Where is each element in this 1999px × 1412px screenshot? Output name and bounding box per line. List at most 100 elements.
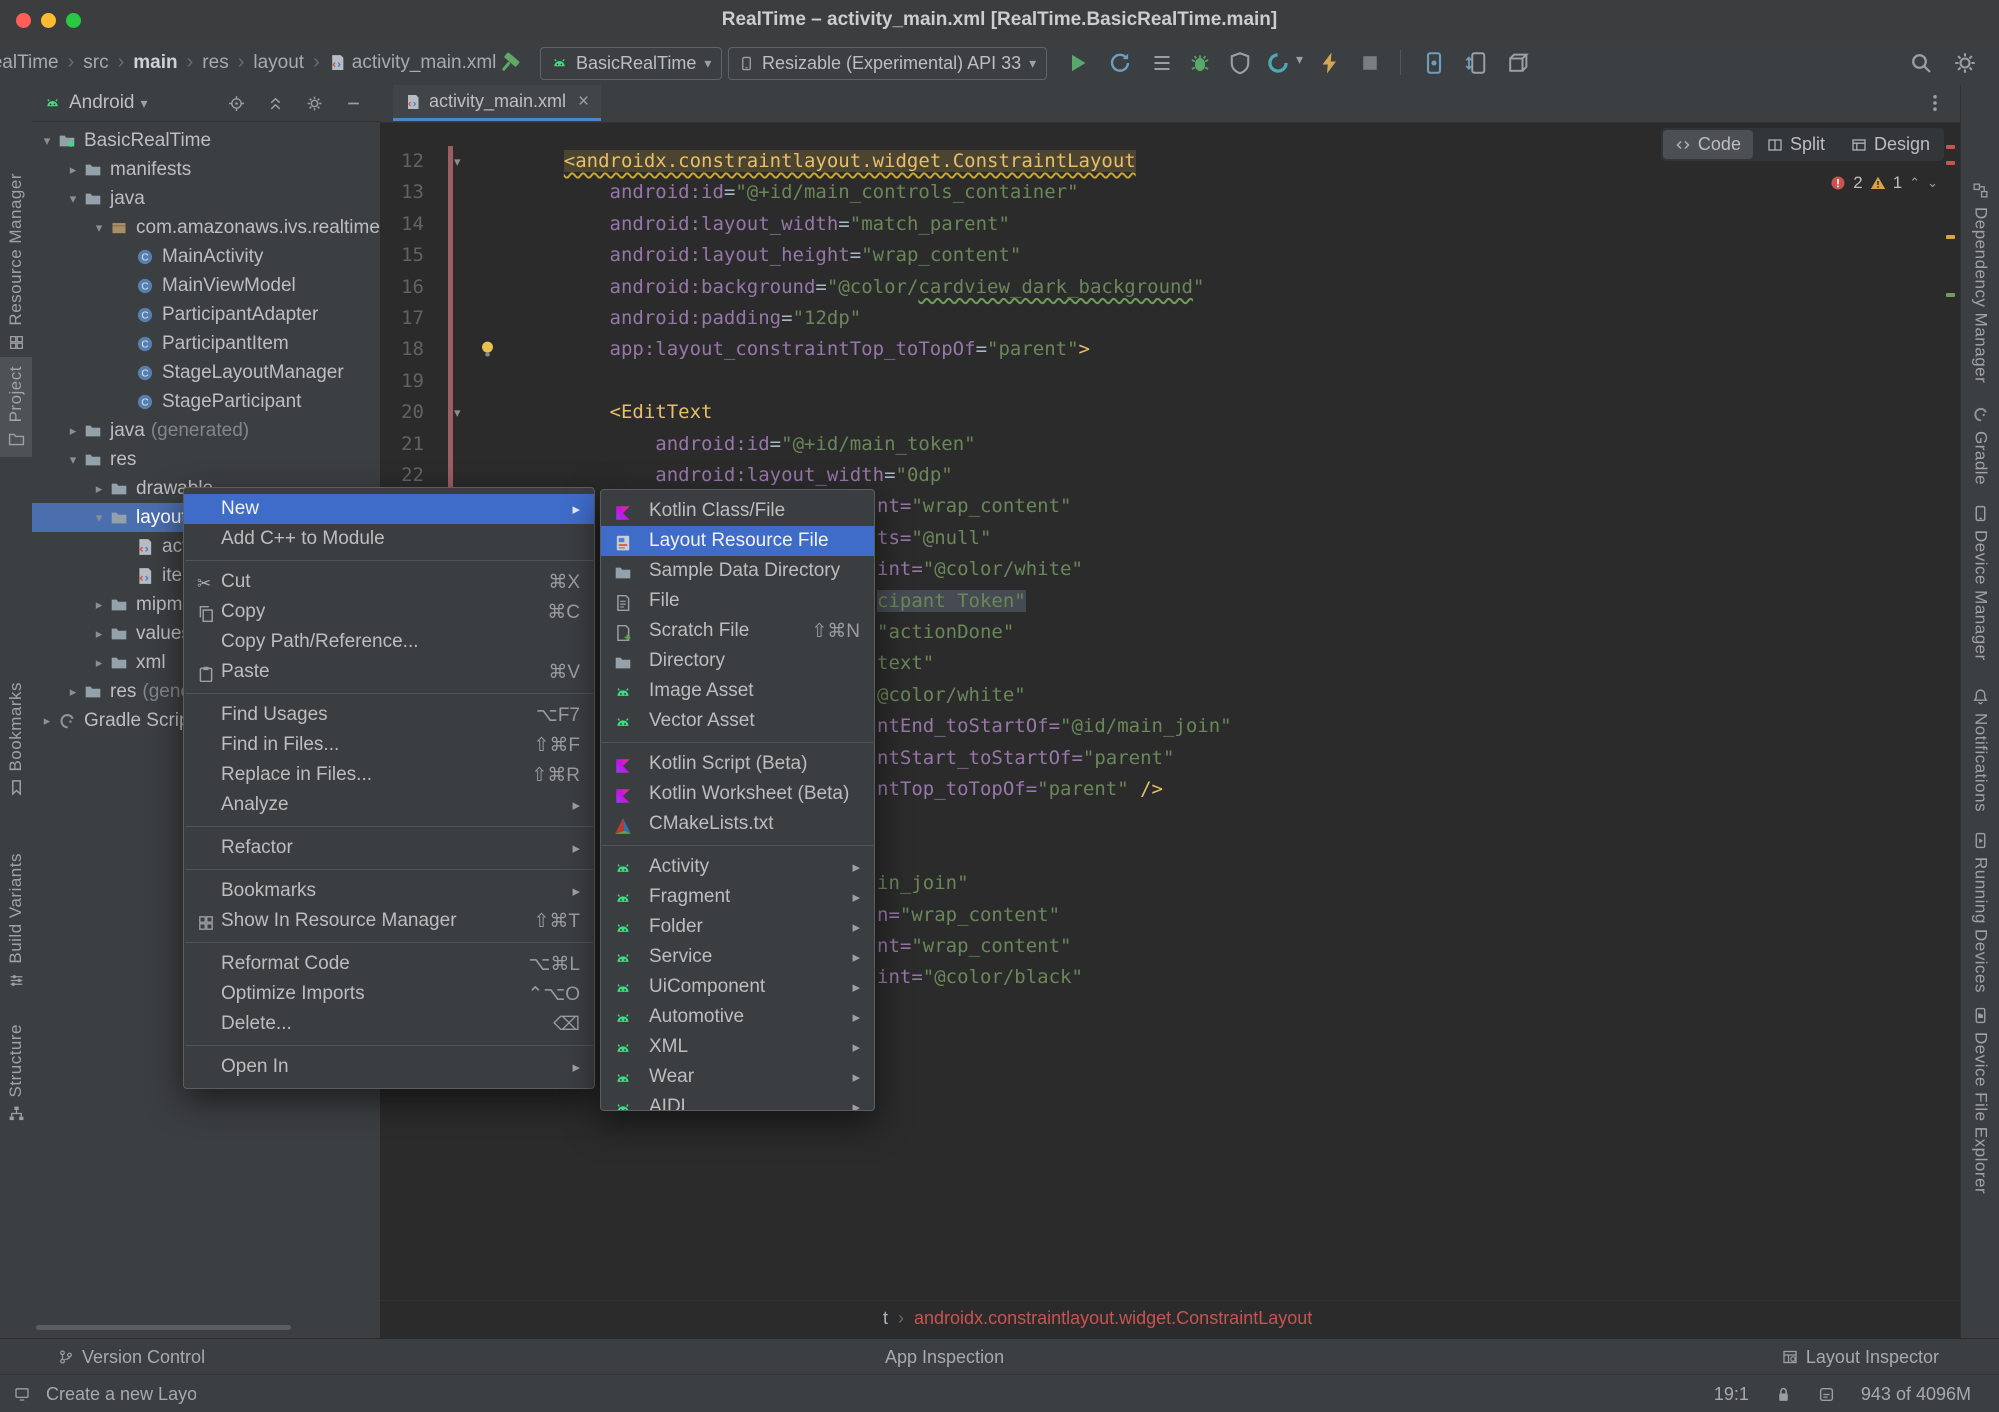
menu-item-fragment[interactable]: Fragment ▸ xyxy=(601,882,874,912)
breadcrumb-item-realtime[interactable]: RealTime xyxy=(0,52,59,74)
stripe-button-bookmarks[interactable]: Bookmarks xyxy=(0,682,32,796)
code-line-37[interactable]: nt="wrap_content" xyxy=(877,931,1071,962)
tree-item-participantitem[interactable]: C ParticipantItem xyxy=(32,329,380,358)
tree-chevron-icon[interactable]: ▸ xyxy=(62,423,84,439)
tree-item-basicrealtime[interactable]: ▾ BasicRealTime xyxy=(32,126,380,155)
tree-item-java[interactable]: ▾ java xyxy=(32,184,380,213)
code-line-12[interactable]: <androidx.constraintlayout.widget.Constr… xyxy=(518,146,1136,177)
menu-item-paste[interactable]: Paste ⌘V xyxy=(184,657,594,687)
stripe-button-device-file-explorer[interactable]: Device File Explorer xyxy=(1961,1003,1999,1198)
menu-item-uicomponent[interactable]: UiComponent ▸ xyxy=(601,972,874,1002)
menu-item-image-asset[interactable]: Image Asset xyxy=(601,676,874,706)
code-line-30[interactable]: ntEnd_toStartOf="@id/main_join" xyxy=(877,711,1232,742)
code-line-32[interactable]: ntTop_toTopOf="parent" /> xyxy=(877,774,1163,805)
tree-chevron-icon[interactable]: ▾ xyxy=(88,220,110,236)
menu-item-sample-data-directory[interactable]: Sample Data Directory xyxy=(601,556,874,586)
memory-indicator[interactable]: 943 of 4096M xyxy=(1861,1384,1971,1405)
menu-item-folder[interactable]: Folder ▸ xyxy=(601,912,874,942)
panel-settings-button[interactable] xyxy=(306,95,323,112)
menu-item-find-usages[interactable]: Find Usages ⌥F7 xyxy=(184,700,594,730)
code-line-38[interactable]: int="@color/black" xyxy=(877,962,1083,993)
stop-button[interactable] xyxy=(1358,51,1382,75)
stripe-button-running-devices[interactable]: Running Devices xyxy=(1961,832,1999,993)
tree-chevron-icon[interactable]: ▸ xyxy=(62,162,84,178)
build-hammer-button[interactable] xyxy=(497,51,521,75)
code-line-36[interactable]: n="wrap_content" xyxy=(877,900,1060,931)
menu-item-bookmarks[interactable]: Bookmarks ▸ xyxy=(184,876,594,906)
apply-changes-button[interactable] xyxy=(1108,51,1132,75)
project-view-select[interactable]: Android xyxy=(69,92,135,114)
lock-icon[interactable] xyxy=(1775,1386,1792,1403)
line-number-17[interactable]: 17 xyxy=(380,303,424,334)
line-number-18[interactable]: 18 xyxy=(380,334,424,365)
menu-item-delete[interactable]: Delete... ⌫ xyxy=(184,1009,594,1039)
menu-item-cut[interactable]: ✂ Cut ⌘X xyxy=(184,567,594,597)
error-stripe-mark[interactable] xyxy=(1946,161,1955,165)
sync-project-button[interactable] xyxy=(1464,51,1488,75)
line-number-20[interactable]: 20 xyxy=(380,397,424,428)
tool-window-quick-access-icon[interactable] xyxy=(14,1386,30,1402)
tool-window-version-control[interactable]: Version Control xyxy=(58,1339,205,1375)
code-line-16[interactable]: android:background="@color/cardview_dark… xyxy=(518,272,1205,303)
profile-bolt-button[interactable] xyxy=(1318,51,1342,75)
menu-item-automotive[interactable]: Automotive ▸ xyxy=(601,1002,874,1032)
menu-item-copy-path-reference[interactable]: Copy Path/Reference... xyxy=(184,627,594,657)
tree-item-mainviewmodel[interactable]: C MainViewModel xyxy=(32,271,380,300)
tree-chevron-icon[interactable]: ▾ xyxy=(36,133,58,149)
code-line-28[interactable]: text" xyxy=(877,648,934,679)
stripe-button-structure[interactable]: Structure xyxy=(0,1021,32,1125)
tree-chevron-icon[interactable]: ▾ xyxy=(88,510,110,526)
select-opened-file-button[interactable] xyxy=(228,95,245,112)
tree-chevron-icon[interactable]: ▸ xyxy=(36,713,58,729)
run-button[interactable] xyxy=(1066,51,1090,75)
attach-debugger-button[interactable] xyxy=(1228,51,1252,75)
layout-inspector-toolbar-button[interactable] xyxy=(1506,51,1530,75)
tree-item-stagelayoutmanager[interactable]: C StageLayoutManager xyxy=(32,358,380,387)
code-line-27[interactable]: "actionDone" xyxy=(877,617,1014,648)
code-line-15[interactable]: android:layout_height="wrap_content" xyxy=(518,240,1022,271)
menu-item-refactor[interactable]: Refactor ▸ xyxy=(184,833,594,863)
menu-item-copy[interactable]: Copy ⌘C xyxy=(184,597,594,627)
menu-item-show-in-resource-manager[interactable]: Show In Resource Manager ⇧⌘T xyxy=(184,906,594,936)
quickfix-bulb-icon[interactable] xyxy=(478,339,497,358)
breadcrumb-item-res[interactable]: res xyxy=(202,52,228,74)
tree-chevron-icon[interactable]: ▸ xyxy=(88,481,110,497)
stripe-button-gradle[interactable]: Gradle xyxy=(1961,403,1999,489)
menu-item-kotlin-script-beta[interactable]: Kotlin Script (Beta) xyxy=(601,749,874,779)
horizontal-scrollbar-thumb[interactable] xyxy=(36,1325,291,1330)
line-number-14[interactable]: 14 xyxy=(380,209,424,240)
line-number-12[interactable]: 12 xyxy=(380,146,424,177)
menu-item-service[interactable]: Service ▸ xyxy=(601,942,874,972)
code-line-23[interactable]: nt="wrap_content" xyxy=(877,491,1071,522)
menu-item-activity[interactable]: Activity ▸ xyxy=(601,852,874,882)
settings-button[interactable] xyxy=(1953,51,1977,75)
menu-item-scratch-file[interactable]: Scratch File ⇧⌘N xyxy=(601,616,874,646)
menu-item-vector-asset[interactable]: Vector Asset xyxy=(601,706,874,736)
tree-item-res[interactable]: ▾ res xyxy=(32,445,380,474)
stripe-button-build-variants[interactable]: Build Variants xyxy=(0,851,32,991)
line-number-15[interactable]: 15 xyxy=(380,240,424,271)
line-number-16[interactable]: 16 xyxy=(380,272,424,303)
line-number-19[interactable]: 19 xyxy=(380,366,424,397)
breadcrumb-element[interactable]: androidx.constraintlayout.widget.Constra… xyxy=(914,1308,1312,1329)
profiler-button[interactable] xyxy=(1266,51,1290,75)
warning-stripe-mark[interactable] xyxy=(1946,235,1955,239)
menu-item-open-in[interactable]: Open In ▸ xyxy=(184,1052,594,1082)
tree-chevron-icon[interactable]: ▸ xyxy=(88,626,110,642)
fold-marker-icon[interactable]: ▾ xyxy=(454,397,461,428)
status-widget-icon[interactable] xyxy=(1818,1386,1835,1403)
line-number-21[interactable]: 21 xyxy=(380,429,424,460)
tree-chevron-icon[interactable]: ▾ xyxy=(62,452,84,468)
editor-options-icon[interactable] xyxy=(1924,92,1946,114)
menu-item-cmakelists-txt[interactable]: CMakeLists.txt xyxy=(601,809,874,839)
chevron-down-icon[interactable]: ▾ xyxy=(141,95,148,112)
typo-stripe-mark[interactable] xyxy=(1946,293,1955,297)
hide-panel-button[interactable] xyxy=(345,95,362,112)
run-with-coverage-button[interactable] xyxy=(1150,51,1174,75)
debug-button[interactable] xyxy=(1188,51,1212,75)
tree-item-com-amazonaws-ivs-realtime[interactable]: ▾ com.amazonaws.ivs.realtime xyxy=(32,213,380,242)
tree-item-stageparticipant[interactable]: C StageParticipant xyxy=(32,387,380,416)
tree-item-java-generated[interactable]: ▸ java (generated) xyxy=(32,416,380,445)
menu-item-aidl[interactable]: AIDL ▸ xyxy=(601,1092,874,1110)
close-tab-icon[interactable]: × xyxy=(578,91,589,113)
